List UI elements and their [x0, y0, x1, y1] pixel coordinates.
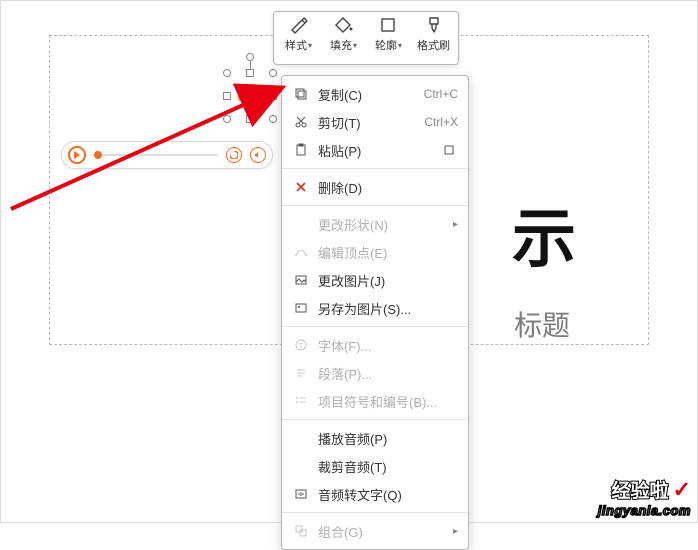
copy-icon: [292, 85, 310, 103]
menu-delete-label: 删除(D): [318, 178, 458, 197]
resize-handle-tl[interactable]: [223, 69, 231, 77]
menu-trim-audio[interactable]: 裁剪音频(T): [282, 452, 468, 480]
paragraph-icon: [292, 364, 310, 382]
menu-separator: [282, 205, 468, 206]
menu-save-as-pic-label: 另存为图片(S)...: [318, 299, 458, 318]
style-icon: [288, 15, 310, 35]
menu-edit-points-label: 编辑顶点(E): [318, 243, 458, 262]
style-label: 样式: [285, 37, 307, 53]
menu-font: T 字体(F)...: [282, 331, 468, 359]
picture-icon: [292, 271, 310, 289]
menu-change-shape-label: 更改形状(N): [318, 215, 447, 234]
chevron-down-icon: ▾: [353, 41, 357, 50]
menu-group-label: 组合(G): [318, 522, 447, 541]
menu-paragraph-label: 段落(P)...: [318, 364, 458, 383]
menu-change-pic[interactable]: 更改图片(J): [282, 266, 468, 294]
resize-handle-mb[interactable]: [246, 115, 254, 123]
svg-text:T: T: [299, 343, 304, 350]
resize-handle-tr[interactable]: [269, 69, 277, 77]
style-button[interactable]: 样式▾: [277, 15, 321, 61]
menu-play-audio[interactable]: 播放音频(P): [282, 424, 468, 452]
menu-separator: [282, 168, 468, 169]
blank-icon: [292, 215, 310, 233]
menu-font-label: 字体(F)...: [318, 336, 458, 355]
chevron-down-icon: ▾: [398, 41, 402, 50]
context-menu: 复制(C) Ctrl+C 剪切(T) Ctrl+X 粘贴(P) 删除(D) 更改…: [281, 75, 469, 550]
menu-change-pic-label: 更改图片(J): [318, 271, 458, 290]
blank-icon: [292, 457, 310, 475]
menu-cut-shortcut: Ctrl+X: [424, 115, 458, 129]
resize-handle-mt[interactable]: [246, 69, 254, 77]
menu-change-shape: 更改形状(N) ▸: [282, 210, 468, 238]
menu-separator: [282, 326, 468, 327]
fill-label: 填充: [330, 37, 352, 53]
resize-handle-bl[interactable]: [223, 115, 231, 123]
rotate-handle[interactable]: [246, 53, 254, 61]
menu-bullets-label: 项目符号和编号(B)...: [318, 392, 458, 411]
submenu-arrow-icon: ▸: [453, 219, 458, 230]
watermark: 经验啦 ✓ jingyanla.com: [598, 476, 691, 518]
menu-audio-to-text-label: 音频转文字(Q): [318, 485, 458, 504]
submenu-arrow-icon: ▸: [453, 526, 458, 537]
audio-text-icon: [292, 485, 310, 503]
menu-copy-label: 复制(C): [318, 85, 416, 104]
format-painter-button[interactable]: 格式刷: [412, 15, 456, 61]
menu-save-as-pic[interactable]: 另存为图片(S)...: [282, 294, 468, 322]
paste-icon: [292, 141, 310, 159]
subtitle-fragment: 标题: [514, 304, 570, 344]
delete-icon: [292, 178, 310, 196]
fill-icon: [333, 15, 355, 35]
outline-button[interactable]: 轮廓▾: [367, 15, 411, 61]
font-icon: T: [292, 336, 310, 354]
menu-separator: [282, 512, 468, 513]
format-toolbar: 样式▾ 填充▾ 轮廓▾ 格式刷: [273, 11, 459, 65]
menu-copy-shortcut: Ctrl+C: [424, 87, 458, 101]
audio-loop-button[interactable]: [226, 147, 242, 163]
menu-audio-to-text[interactable]: 音频转文字(Q): [282, 480, 468, 508]
save-pic-icon: [292, 299, 310, 317]
bullets-icon: [292, 392, 310, 410]
menu-edit-points: 编辑顶点(E): [282, 238, 468, 266]
paste-options-icon: [440, 141, 458, 159]
menu-bullets: 项目符号和编号(B)...: [282, 387, 468, 415]
audio-object-selection[interactable]: [227, 73, 273, 119]
chevron-down-icon: ▾: [308, 41, 312, 50]
resize-handle-br[interactable]: [269, 115, 277, 123]
fill-button[interactable]: 填充▾: [322, 15, 366, 61]
audio-volume-button[interactable]: [250, 147, 266, 163]
menu-delete[interactable]: 删除(D): [282, 173, 468, 201]
outline-label: 轮廓: [375, 37, 397, 53]
brush-icon: [423, 15, 445, 35]
menu-copy[interactable]: 复制(C) Ctrl+C: [282, 80, 468, 108]
menu-paste[interactable]: 粘贴(P): [282, 136, 468, 164]
outline-icon: [378, 15, 400, 35]
menu-separator: [282, 419, 468, 420]
menu-trim-audio-label: 裁剪音频(T): [318, 457, 458, 476]
menu-cut-label: 剪切(T): [318, 113, 416, 132]
rotate-line: [250, 61, 251, 69]
menu-cut[interactable]: 剪切(T) Ctrl+X: [282, 108, 468, 136]
resize-handle-mr[interactable]: [269, 92, 277, 100]
painter-label: 格式刷: [417, 37, 450, 53]
menu-group: 组合(G) ▸: [282, 517, 468, 545]
resize-handle-ml[interactable]: [223, 92, 231, 100]
menu-paste-label: 粘贴(P): [318, 141, 440, 160]
menu-play-audio-label: 播放音频(P): [318, 429, 458, 448]
audio-track[interactable]: [94, 154, 218, 156]
cut-icon: [292, 113, 310, 131]
group-icon: [292, 522, 310, 540]
audio-playback-bar[interactable]: [61, 141, 273, 169]
menu-paragraph: 段落(P)...: [282, 359, 468, 387]
title-fragment: 示: [512, 188, 576, 280]
audio-play-button[interactable]: [68, 146, 86, 164]
watermark-url: jingyanla.com: [598, 503, 691, 518]
watermark-text: 经验啦: [612, 476, 669, 503]
blank-icon: [292, 429, 310, 447]
speaker-icon: [233, 79, 267, 113]
edit-points-icon: [292, 243, 310, 261]
check-icon: ✓: [673, 477, 691, 503]
